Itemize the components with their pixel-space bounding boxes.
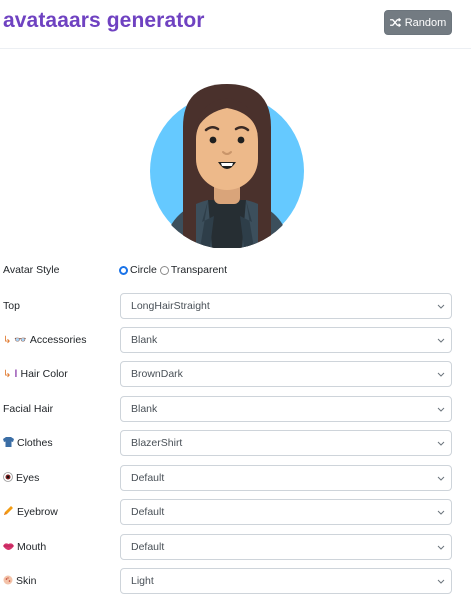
skin-row: Skin Light <box>0 568 471 594</box>
radio-transparent[interactable] <box>159 265 169 275</box>
header-bar: avataaars generator Random <box>0 0 471 49</box>
skin-select[interactable]: Light <box>120 568 452 594</box>
field-label: Facial Hair <box>3 396 53 422</box>
chevron-down-icon <box>437 407 445 412</box>
top-select[interactable]: LongHairStraight <box>120 293 452 319</box>
clothes-row: Clothes BlazerShirt <box>0 430 471 456</box>
avatar-style-radio-group: Circle Transparent <box>119 257 227 283</box>
mouth-value: Default <box>131 541 165 553</box>
sunglasses-icon: 👓 <box>14 334 27 346</box>
eyebrow-value: Default <box>131 506 165 518</box>
avatar-style-option-circle[interactable]: Circle <box>119 264 157 276</box>
chevron-down-icon <box>437 372 445 377</box>
eyebrow-row: Eyebrow Default <box>0 499 471 525</box>
facial-hair-label: Facial Hair <box>3 403 54 415</box>
shirt-icon <box>3 436 14 450</box>
field-label: Eyes <box>3 465 39 491</box>
random-label: Random <box>404 16 447 29</box>
shuffle-icon <box>389 18 401 27</box>
chevron-down-icon <box>437 441 445 446</box>
paintbrush-icon: 𝐈 <box>14 368 18 380</box>
chevron-down-icon <box>437 510 445 515</box>
option-transparent-label: Transparent <box>170 264 228 276</box>
avatar-style-label: Avatar Style <box>3 264 60 276</box>
eyes-select[interactable]: Default <box>120 465 452 491</box>
clothes-value: BlazerShirt <box>131 437 183 449</box>
eyes-label: Eyes <box>16 472 40 484</box>
random-button[interactable]: Random <box>384 10 452 35</box>
facial-hair-value: Blank <box>131 403 158 415</box>
clothes-label: Clothes <box>17 437 53 449</box>
field-label: Clothes <box>3 430 53 456</box>
accessories-row: ↳ 👓 Accessories Blank <box>0 327 471 353</box>
lips-icon <box>3 542 14 553</box>
avatar-preview <box>150 82 304 248</box>
field-label: ↳ 👓 Accessories <box>3 327 86 353</box>
chevron-down-icon <box>437 304 445 309</box>
shirt <box>208 200 246 248</box>
eyes-value: Default <box>131 472 165 484</box>
accessories-select[interactable]: Blank <box>120 327 452 353</box>
field-label: Top <box>3 293 20 319</box>
eyes-row: Eyes Default <box>0 465 471 491</box>
sub-arrow-icon: ↳ <box>3 368 12 380</box>
page-title: avataaars generator <box>3 9 205 32</box>
eye-icon <box>3 471 13 485</box>
hair-color-value: BrownDark <box>131 368 183 380</box>
top-label: Top <box>3 300 20 312</box>
chevron-down-icon <box>437 579 445 584</box>
field-label: Eyebrow <box>3 499 58 525</box>
radio-circle[interactable] <box>119 265 128 275</box>
avatar-style-row: Avatar Style Circle Transparent <box>0 257 471 283</box>
facial-hair-select[interactable]: Blank <box>120 396 452 422</box>
field-label: Mouth <box>3 534 46 560</box>
mouth-label: Mouth <box>17 541 47 553</box>
face <box>196 108 258 190</box>
top-row: Top LongHairStraight <box>0 293 471 319</box>
hair-color-label: Hair Color <box>20 368 68 380</box>
chevron-down-icon <box>437 338 445 343</box>
mouth-row: Mouth Default <box>0 534 471 560</box>
pencil-icon <box>3 505 14 519</box>
mouth-select[interactable]: Default <box>120 534 452 560</box>
accessories-value: Blank <box>131 334 158 346</box>
field-label: ↳ 𝐈 Hair Color <box>3 361 68 387</box>
skin-icon <box>3 575 13 588</box>
chevron-down-icon <box>437 476 445 481</box>
facial-hair-row: Facial Hair Blank <box>0 396 471 422</box>
top-value: LongHairStraight <box>131 300 210 312</box>
sub-arrow-icon: ↳ <box>3 334 12 346</box>
clothes-select[interactable]: BlazerShirt <box>120 430 452 456</box>
hair-color-select[interactable]: BrownDark <box>120 361 452 387</box>
accessories-label: Accessories <box>29 334 87 346</box>
eyebrow-select[interactable]: Default <box>120 499 452 525</box>
option-circle-label: Circle <box>130 264 157 276</box>
avatar-style-option-transparent[interactable]: Transparent <box>159 264 228 276</box>
hair-color-row: ↳ 𝐈 Hair Color BrownDark <box>0 361 471 387</box>
field-label: Skin <box>3 568 36 594</box>
chevron-down-icon <box>437 545 445 550</box>
skin-value: Light <box>131 575 154 587</box>
eyebrow-label: Eyebrow <box>17 506 58 518</box>
skin-label: Skin <box>16 575 37 587</box>
